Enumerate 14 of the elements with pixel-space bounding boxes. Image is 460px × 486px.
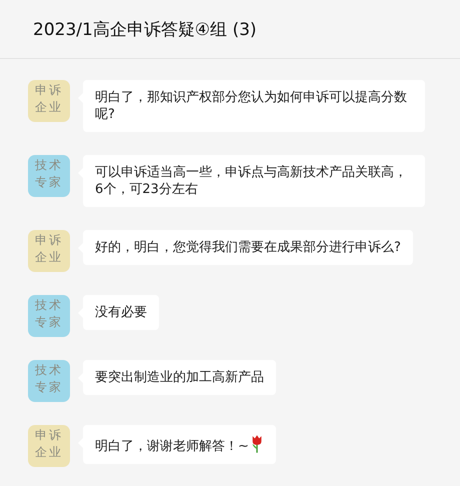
message-bubble: 可以申诉适当高一些，申诉点与高新技术产品关联高，6个，可23分左右 xyxy=(83,155,425,207)
chat-title: 2023/1高企申诉答疑④组 (3) xyxy=(33,18,257,40)
avatar[interactable]: 技术专家 xyxy=(28,155,70,197)
tulip-icon xyxy=(250,434,264,454)
message-bubble: 明白了，谢谢老师解答！~ xyxy=(83,425,276,464)
message-bubble: 好的，明白，您觉得我们需要在成果部分进行申诉么? xyxy=(83,230,413,265)
avatar[interactable]: 申诉企业 xyxy=(28,80,70,122)
message-bubble: 要突出制造业的加工高新产品 xyxy=(83,360,276,395)
avatar[interactable]: 技术专家 xyxy=(28,295,70,337)
avatar[interactable]: 技术专家 xyxy=(28,360,70,402)
message-bubble: 明白了，那知识产权部分您认为如何申诉可以提高分数呢? xyxy=(83,80,425,132)
avatar[interactable]: 申诉企业 xyxy=(28,425,70,467)
avatar[interactable]: 申诉企业 xyxy=(28,230,70,272)
message-bubble: 没有必要 xyxy=(83,295,159,330)
